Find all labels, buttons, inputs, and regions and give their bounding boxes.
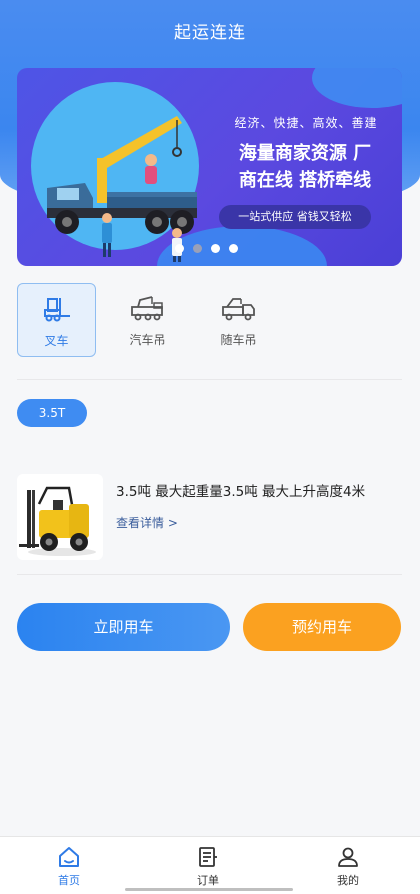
carousel-dot[interactable] <box>211 244 220 253</box>
promo-banner[interactable]: 经济、快捷、高效、善建 海量商家资源 厂 商在线 搭桥牵线 一站式供应 省钱又轻… <box>17 68 402 266</box>
tab-home[interactable]: 首页 <box>24 845 114 888</box>
tab-label: 订单 <box>197 874 219 887</box>
category-label: 汽车吊 <box>129 333 166 347</box>
banner-tagline: 经济、快捷、高效、善建 <box>234 116 378 130</box>
forklift-thumbnail <box>17 474 103 560</box>
forklift-image <box>19 486 96 556</box>
banner-headline-line2: 商在线 搭桥牵线 <box>238 170 372 191</box>
carousel-dot[interactable] <box>229 244 238 253</box>
bottom-tab-bar: 首页 订单 我的 <box>0 836 420 894</box>
forklift-icon <box>43 298 70 322</box>
tonnage-chip-selected[interactable]: 3.5T <box>17 399 87 427</box>
banner-slogan-pill: 一站式供应 省钱又轻松 <box>219 205 371 229</box>
product-card[interactable]: 3.5吨 最大起重量3.5吨 最大上升高度4米 查看详情 > <box>17 474 402 560</box>
category-truck-mounted-crane[interactable]: 随车吊 <box>199 283 278 357</box>
truck-mounted-crane-icon <box>221 298 255 321</box>
tab-orders[interactable]: 订单 <box>163 845 253 888</box>
category-label: 叉车 <box>44 334 69 348</box>
order-icon <box>199 847 217 867</box>
view-details-link[interactable]: 查看详情 > <box>116 514 178 531</box>
crane-truck-illustration <box>47 116 197 262</box>
carousel-dots <box>175 244 238 253</box>
banner-headline: 海量商家资源 厂 商在线 搭桥牵线 <box>215 140 395 194</box>
section-divider <box>17 574 402 575</box>
home-indicator <box>125 888 293 891</box>
carousel-dot[interactable] <box>193 244 202 253</box>
section-divider <box>17 379 402 380</box>
profile-icon <box>338 847 358 867</box>
home-icon <box>59 847 79 867</box>
category-forklift[interactable]: 叉车 <box>17 283 96 357</box>
tab-label: 我的 <box>337 874 359 887</box>
category-truck-crane[interactable]: 汽车吊 <box>108 283 187 357</box>
app-title: 起运连连 <box>174 23 246 43</box>
book-now-button[interactable]: 立即用车 <box>17 603 230 651</box>
banner-decoration <box>312 68 402 108</box>
truck-crane-icon <box>130 296 163 321</box>
vehicle-category-list: 叉车 汽车吊 随车吊 <box>17 283 290 357</box>
reserve-button[interactable]: 预约用车 <box>243 603 401 651</box>
tab-label: 首页 <box>58 874 80 887</box>
category-label: 随车吊 <box>220 333 257 347</box>
product-description: 3.5吨 最大起重量3.5吨 最大上升高度4米 <box>116 484 366 500</box>
banner-headline-line1: 海量商家资源 厂 <box>238 143 372 164</box>
tab-profile[interactable]: 我的 <box>303 845 393 888</box>
carousel-dot[interactable] <box>175 244 184 253</box>
